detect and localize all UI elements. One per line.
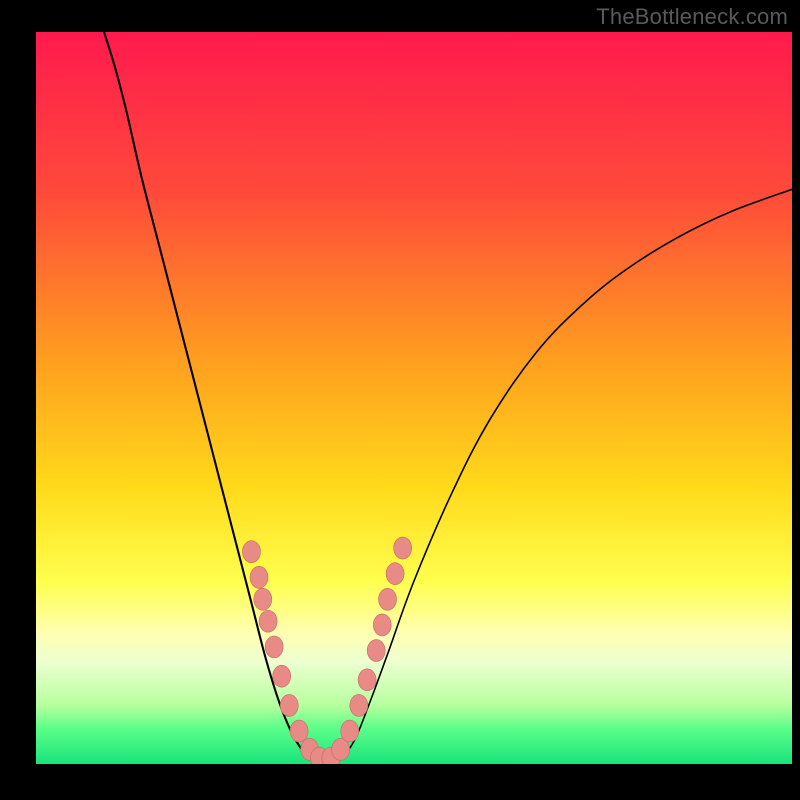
data-marker	[273, 665, 291, 687]
data-marker	[242, 541, 260, 563]
plot-background	[36, 32, 792, 764]
data-marker	[290, 720, 308, 742]
data-marker	[379, 588, 397, 610]
data-marker	[254, 588, 272, 610]
data-marker	[373, 614, 391, 636]
data-marker	[358, 669, 376, 691]
data-marker	[250, 566, 268, 588]
data-marker	[341, 720, 359, 742]
watermark-text: TheBottleneck.com	[596, 4, 788, 30]
data-marker	[280, 694, 298, 716]
data-marker	[367, 640, 385, 662]
data-marker	[350, 694, 368, 716]
data-marker	[259, 610, 277, 632]
chart-frame: TheBottleneck.com	[0, 0, 800, 800]
data-marker	[265, 636, 283, 658]
data-marker	[394, 537, 412, 559]
chart-canvas	[0, 0, 800, 800]
data-marker	[386, 563, 404, 585]
